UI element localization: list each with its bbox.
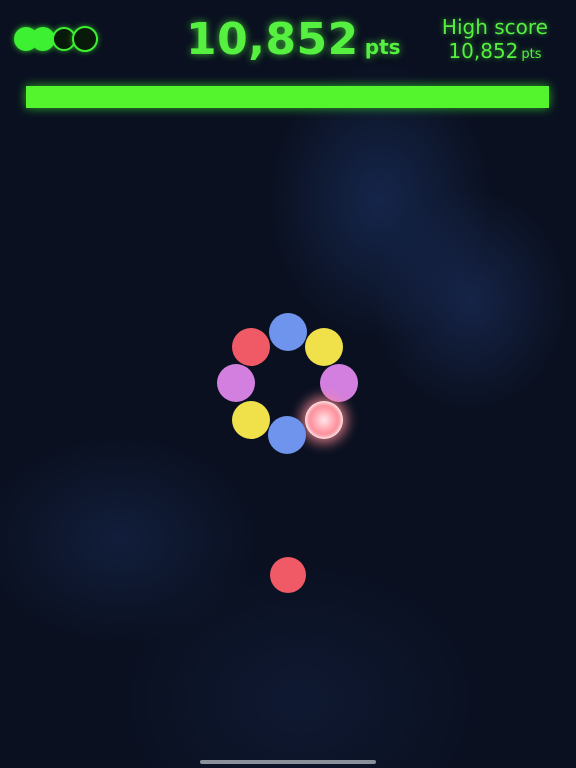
score-unit: pts: [364, 35, 401, 59]
hud: 10,852 pts High score 10,852 pts: [0, 0, 576, 120]
orb-red[interactable]: [232, 328, 270, 366]
score-display: 10,852 pts: [186, 14, 401, 65]
timer-bar-fill: [26, 86, 549, 108]
lives-indicator: [14, 26, 104, 53]
orb-purple[interactable]: [217, 364, 255, 402]
orb-yellow[interactable]: [232, 401, 270, 439]
timer-bar: [26, 86, 549, 108]
life-icon-empty: [72, 26, 98, 52]
high-score-value-line: 10,852 pts: [442, 39, 548, 63]
orb-blue[interactable]: [269, 313, 307, 351]
orb-blue[interactable]: [268, 416, 306, 454]
orb-purple[interactable]: [320, 364, 358, 402]
orb-yellow[interactable]: [305, 328, 343, 366]
home-indicator[interactable]: [200, 760, 376, 764]
high-score: High score 10,852 pts: [442, 15, 548, 63]
high-score-unit: pts: [521, 47, 542, 62]
score-value: 10,852: [186, 14, 359, 65]
high-score-value: 10,852: [448, 39, 519, 63]
shooter-orb[interactable]: [270, 557, 306, 593]
orb-red-glowing[interactable]: [305, 401, 343, 439]
high-score-label: High score: [441, 15, 548, 39]
